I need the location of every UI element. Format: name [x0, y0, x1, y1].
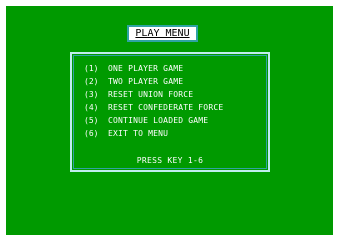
play-menu-panel: (1) ONE PLAYER GAME (2) TWO PLAYER GAME … — [70, 52, 270, 172]
menu-option-key: (3) — [84, 89, 99, 99]
menu-option-exit-to-menu[interactable]: (6) EXIT TO MENU — [84, 127, 223, 140]
menu-option-label: TWO PLAYER GAME — [108, 76, 184, 86]
menu-option-one-player-game[interactable]: (1) ONE PLAYER GAME — [84, 62, 223, 75]
title-banner: PLAY MENU — [127, 25, 198, 42]
menu-option-label: CONTINUE LOADED GAME — [108, 115, 209, 125]
menu-option-key: (5) — [84, 115, 99, 125]
menu-option-label: RESET UNION FORCE — [108, 89, 194, 99]
menu-option-continue-loaded-game[interactable]: (5) CONTINUE LOADED GAME — [84, 114, 223, 127]
game-screen: PLAY MENU (1) ONE PLAYER GAME (2) TWO PL… — [0, 0, 339, 241]
menu-option-label: ONE PLAYER GAME — [108, 63, 184, 73]
menu-option-reset-confederate-force[interactable]: (4) RESET CONFEDERATE FORCE — [84, 101, 223, 114]
menu-option-label: EXIT TO MENU — [108, 128, 169, 138]
menu-option-key: (1) — [84, 63, 99, 73]
menu-option-key: (6) — [84, 128, 99, 138]
menu-options-list: (1) ONE PLAYER GAME (2) TWO PLAYER GAME … — [84, 62, 223, 140]
play-menu-inner-frame: (1) ONE PLAYER GAME (2) TWO PLAYER GAME … — [73, 55, 267, 169]
menu-option-key: (4) — [84, 102, 99, 112]
menu-option-two-player-game[interactable]: (2) TWO PLAYER GAME — [84, 75, 223, 88]
menu-option-label: RESET CONFEDERATE FORCE — [108, 102, 224, 112]
menu-option-reset-union-force[interactable]: (3) RESET UNION FORCE — [84, 88, 223, 101]
press-key-prompt: PRESS KEY 1-6 — [136, 156, 204, 165]
menu-title: PLAY MENU — [135, 27, 190, 39]
menu-option-key: (2) — [84, 76, 99, 86]
